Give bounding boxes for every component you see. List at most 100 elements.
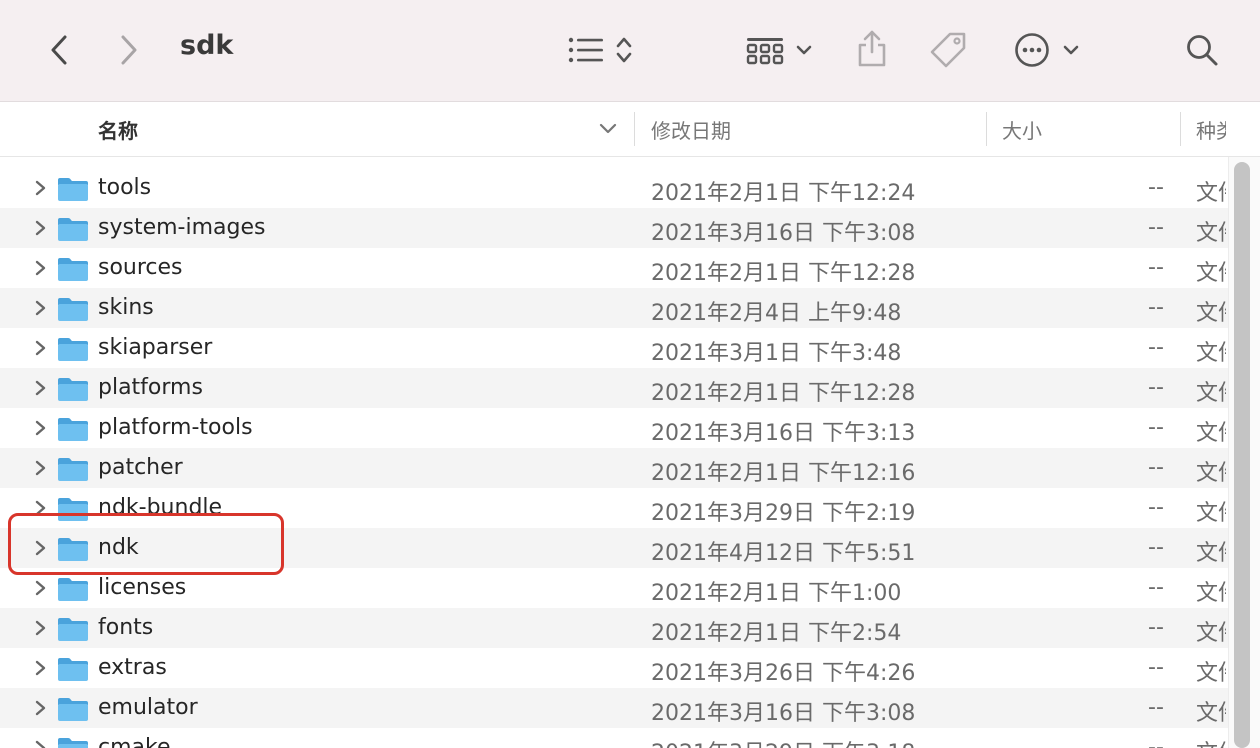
list-view-icon [568,37,603,63]
disclosure-chevron-icon[interactable] [34,539,48,557]
folder-row[interactable]: licenses 2021年2月1日 下午1:00 -- 文件夹 [0,568,1260,608]
folder-name: skins [98,295,154,320]
file-size: -- [1148,735,1164,748]
folder-row[interactable]: patcher 2021年2月1日 下午12:16 -- 文件夹 [0,448,1260,488]
disclosure-chevron-icon[interactable] [34,259,48,277]
file-size: -- [1148,695,1164,720]
folder-name: patcher [98,455,183,480]
column-separator[interactable] [1180,112,1181,146]
back-button[interactable] [44,30,74,70]
column-size-header[interactable]: 大小 [1002,102,1172,156]
folder-row[interactable]: ndk-bundle 2021年3月29日 下午2:19 -- 文件夹 [0,488,1260,528]
modified-date: 2021年2月4日 上午9:48 [651,301,902,326]
modified-date: 2021年2月1日 下午1:00 [651,581,902,606]
search-icon [1187,35,1218,66]
folder-icon [58,218,88,241]
disclosure-chevron-icon[interactable] [34,699,48,717]
disclosure-chevron-icon[interactable] [34,459,48,477]
folder-row[interactable]: emulator 2021年3月16日 下午3:08 -- 文件夹 [0,688,1260,728]
folder-icon [58,738,88,748]
column-header: 名称 修改日期 大小 种类 [0,102,1260,157]
file-kind: 文件夹 [1196,735,1226,748]
folder-icon [58,298,88,321]
modified-date: 2021年3月1日 下午3:48 [651,341,902,366]
sort-chevron-down-icon[interactable] [598,122,618,136]
disclosure-chevron-icon[interactable] [34,739,48,748]
column-date-header[interactable]: 修改日期 [651,102,981,156]
folder-row[interactable]: skins 2021年2月4日 上午9:48 -- 文件夹 [0,288,1260,328]
modified-date: 2021年2月1日 下午12:24 [651,181,916,206]
folder-row[interactable]: sources 2021年2月1日 下午12:28 -- 文件夹 [0,248,1260,288]
folder-icon [58,498,88,521]
folder-row[interactable]: ndk 2021年4月12日 下午5:51 -- 文件夹 [0,528,1260,568]
folder-row[interactable]: platform-tools 2021年3月16日 下午3:13 -- 文件夹 [0,408,1260,448]
disclosure-chevron-icon[interactable] [34,379,48,397]
disclosure-chevron-icon[interactable] [34,659,48,677]
folder-name: cmake [98,735,171,748]
file-size: -- [1148,215,1164,240]
tag-button[interactable] [926,28,970,72]
file-size: -- [1148,295,1164,320]
file-size: -- [1148,535,1164,560]
file-kind: 文件夹 [1196,341,1226,366]
grid-group-icon [746,38,784,65]
folder-row[interactable]: tools 2021年2月1日 下午12:24 -- 文件夹 [0,168,1260,208]
folder-row[interactable]: platforms 2021年2月1日 下午12:28 -- 文件夹 [0,368,1260,408]
forward-button[interactable] [114,30,144,70]
modified-date: 2021年3月26日 下午4:26 [651,661,916,686]
chevron-down-icon [1063,45,1079,55]
modified-date: 2021年2月1日 下午12:16 [651,461,916,486]
folder-icon [58,338,88,361]
column-name-label: 名称 [98,118,138,143]
chevron-right-icon [121,35,137,65]
disclosure-chevron-icon[interactable] [34,299,48,317]
column-kind-header[interactable]: 种类 [1196,102,1226,156]
share-button[interactable] [854,26,890,70]
file-kind: 文件夹 [1196,661,1226,686]
folder-icon [58,578,88,601]
folder-row[interactable]: extras 2021年3月26日 下午4:26 -- 文件夹 [0,648,1260,688]
file-kind: 文件夹 [1196,501,1226,526]
file-kind: 文件夹 [1196,421,1226,446]
file-size: -- [1148,415,1164,440]
view-mode-button[interactable] [560,30,640,70]
disclosure-chevron-icon[interactable] [34,619,48,637]
column-separator[interactable] [634,112,635,146]
file-kind: 文件夹 [1196,381,1226,406]
file-size: -- [1148,575,1164,600]
share-icon [858,30,886,67]
column-kind-label: 种类 [1196,118,1226,143]
folder-name: licenses [98,575,187,600]
folder-icon [58,618,88,641]
disclosure-chevron-icon[interactable] [34,339,48,357]
disclosure-chevron-icon[interactable] [34,179,48,197]
folder-icon [58,538,88,561]
chevron-left-icon [51,35,67,65]
folder-row[interactable]: fonts 2021年2月1日 下午2:54 -- 文件夹 [0,608,1260,648]
column-name-header[interactable]: 名称 [98,102,598,156]
column-separator[interactable] [986,112,987,146]
disclosure-chevron-icon[interactable] [34,499,48,517]
folder-name: sources [98,255,183,280]
folder-row[interactable]: cmake 2021年3月29日 下午3:18 -- 文件夹 [0,728,1260,748]
disclosure-chevron-icon[interactable] [34,419,48,437]
folder-row[interactable]: system-images 2021年3月16日 下午3:08 -- 文件夹 [0,208,1260,248]
file-kind: 文件夹 [1196,301,1226,326]
file-size: -- [1148,175,1164,200]
disclosure-chevron-icon[interactable] [34,579,48,597]
folder-name: ndk-bundle [98,495,223,520]
search-button[interactable] [1182,30,1222,70]
folder-icon [58,658,88,681]
toolbar: sdk [0,0,1260,102]
finder-window: sdk 名称 修改日期 大小 种 tools 2021年2月1日 下午12:24… [0,0,1260,748]
folder-icon [58,418,88,441]
file-list: tools2021年2月1日 下午12:24--文件夹system-images… [0,168,1260,748]
disclosure-chevron-icon[interactable] [34,219,48,237]
more-actions-button[interactable] [1010,30,1084,70]
folder-row[interactable]: skiaparser 2021年3月1日 下午3:48 -- 文件夹 [0,328,1260,368]
scrollbar-thumb[interactable] [1234,162,1250,748]
group-button[interactable] [742,30,816,70]
file-kind: 文件夹 [1196,621,1226,646]
folder-name: system-images [98,215,266,240]
tag-icon [930,32,966,68]
